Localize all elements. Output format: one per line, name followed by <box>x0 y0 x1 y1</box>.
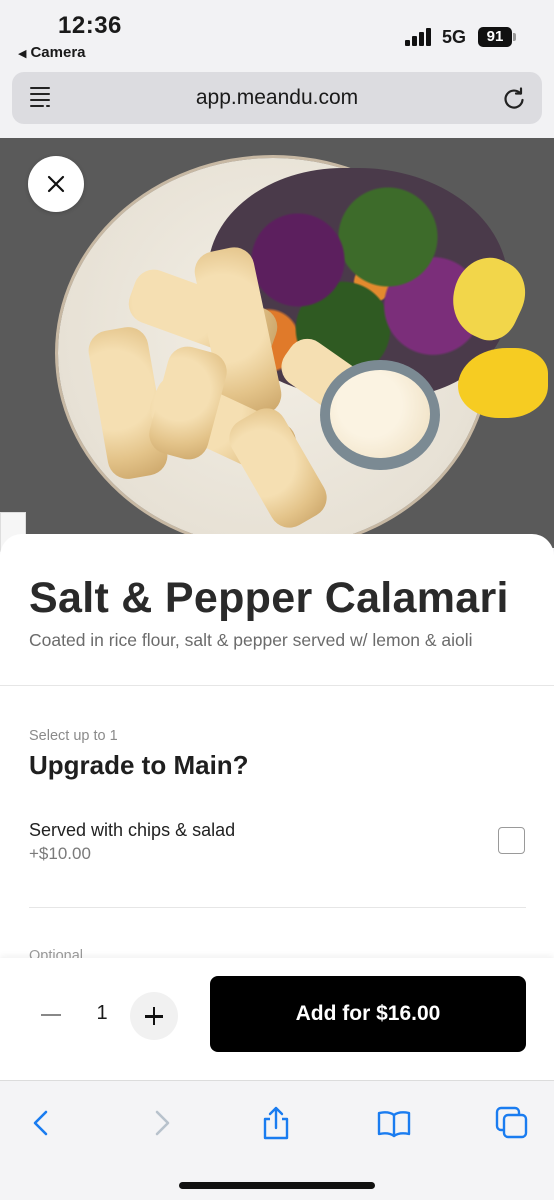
back-app-label: Camera <box>30 44 86 61</box>
back-to-app-link[interactable]: ◀ Camera <box>18 44 86 61</box>
network-type: 5G <box>442 27 467 47</box>
modifier-option-checkbox[interactable] <box>498 827 525 854</box>
modifier-group-hint: Select up to 1 <box>29 728 118 744</box>
add-to-order-button[interactable]: Add for $16.00 <box>210 976 526 1052</box>
lemon-wedge-graphic <box>458 348 548 418</box>
item-description: Coated in rice flour, salt & pepper serv… <box>29 630 473 650</box>
status-bar: 12:36 ◀ Camera 5G 91 <box>0 0 554 66</box>
increase-quantity-button[interactable] <box>130 992 178 1040</box>
aioli-graphic <box>330 370 430 458</box>
quantity-value: 1 <box>96 1002 108 1024</box>
item-title: Salt & Pepper Calamari <box>29 574 509 622</box>
tabs-icon[interactable] <box>494 1105 530 1141</box>
back-icon[interactable] <box>24 1105 60 1141</box>
share-icon[interactable] <box>258 1105 294 1141</box>
address-bar[interactable]: app.meandu.com <box>12 72 542 124</box>
divider <box>0 685 554 686</box>
forward-icon[interactable] <box>144 1105 180 1141</box>
back-triangle-icon: ◀ <box>18 48 27 60</box>
decrease-quantity-button[interactable] <box>30 994 72 1036</box>
minus-icon <box>41 1014 61 1016</box>
modifier-group-title: Upgrade to Main? <box>29 750 249 780</box>
battery-icon: 91 <box>478 27 512 47</box>
battery-tip <box>513 33 516 41</box>
reload-icon[interactable] <box>500 84 528 112</box>
modifier-option-label[interactable]: Served with chips & salad <box>29 820 235 841</box>
close-button[interactable] <box>28 156 84 212</box>
calamari-graphic <box>222 401 334 535</box>
add-to-order-bar: 1 Add for $16.00 <box>0 958 554 1080</box>
item-photo <box>0 138 554 548</box>
home-indicator <box>179 1182 375 1189</box>
bookmarks-icon[interactable] <box>376 1105 412 1141</box>
cellular-signal-icon <box>405 28 433 46</box>
url-text[interactable]: app.meandu.com <box>12 86 542 110</box>
plate-graphic <box>58 158 548 548</box>
modifier-option-price: +$10.00 <box>29 844 91 863</box>
divider <box>29 907 526 908</box>
status-time: 12:36 <box>58 12 122 39</box>
close-icon <box>47 175 65 193</box>
